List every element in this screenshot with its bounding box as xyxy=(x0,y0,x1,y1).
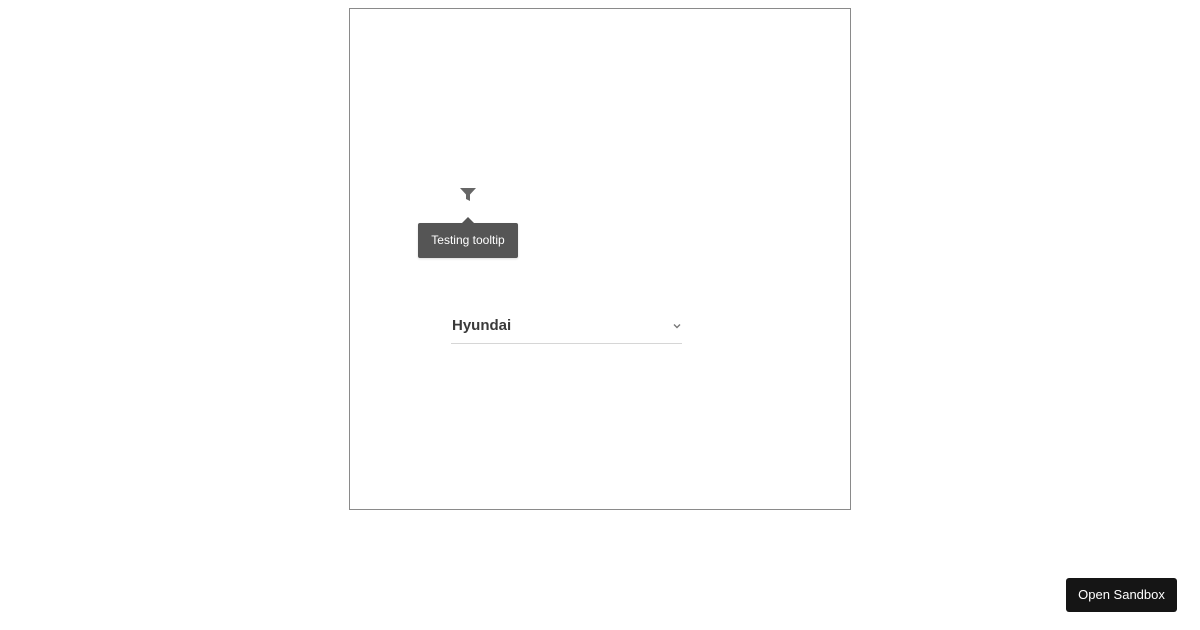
select-value: Hyundai xyxy=(452,317,512,334)
open-sandbox-button[interactable]: Open Sandbox xyxy=(1066,578,1177,612)
tooltip-arrow xyxy=(462,217,474,223)
filter-icon[interactable] xyxy=(459,187,477,203)
preview-frame: Testing tooltip Hyundai xyxy=(349,8,851,510)
tooltip: Testing tooltip xyxy=(418,217,518,258)
page: Testing tooltip Hyundai Open Sandbox xyxy=(0,0,1200,630)
tooltip-text: Testing tooltip xyxy=(431,233,505,247)
car-brand-select[interactable]: Hyundai xyxy=(451,312,682,344)
chevron-down-icon xyxy=(672,321,682,331)
